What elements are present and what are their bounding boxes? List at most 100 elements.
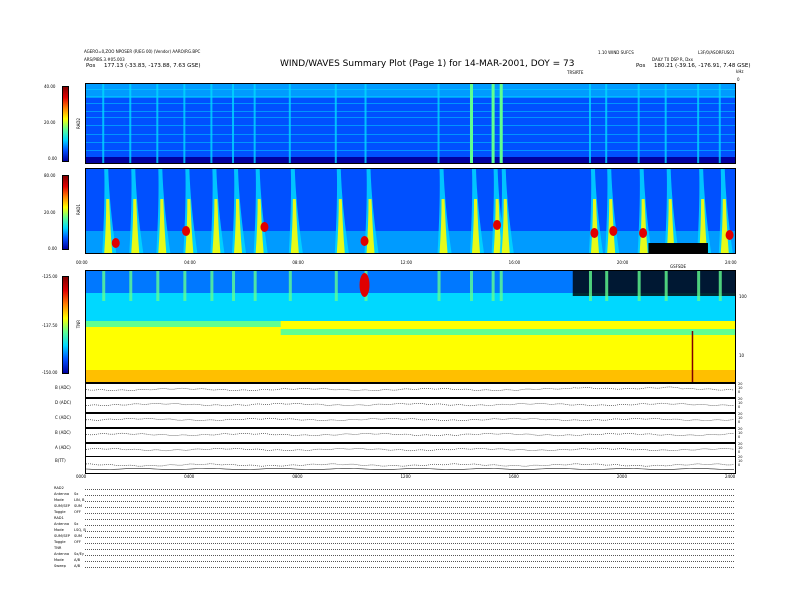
tnr-burst-7: [288, 271, 292, 301]
time-tick-bottom-5: 2000: [616, 474, 628, 479]
tnr-bottom-band: [86, 370, 735, 382]
tnr-burst-12: [491, 271, 495, 301]
tnr-plasma-line-a: [86, 321, 281, 327]
rad2-strong-burst-2: [499, 84, 503, 163]
corner-label: kHz: [736, 69, 744, 74]
tnr-spectrogram-svg: [86, 271, 735, 382]
rad1-hotspot-4: [493, 220, 502, 230]
setting-row-line-7: [85, 531, 734, 532]
setting-name-0: RAD2: [54, 486, 64, 490]
strip-label-1: D (ADC): [55, 400, 72, 405]
right-pos-label: Pos: [636, 63, 646, 69]
strip-4-tick-2: 0: [738, 450, 741, 454]
strip-trace-2: [85, 417, 735, 422]
setting-row-line-3: [85, 507, 734, 508]
strip-label-2: C (ADC): [55, 415, 71, 420]
tnr-burst-0: [102, 271, 106, 301]
strip-1-tick-2: 0: [738, 405, 741, 409]
rad2-tick-mid: 20.00: [44, 120, 56, 125]
setting-name-4: Toggle: [54, 510, 66, 514]
time-tick-bottom-4: 1600: [508, 474, 519, 479]
rad1-hotspot-0: [111, 238, 120, 248]
rad1-spectrogram: [85, 168, 736, 254]
time-tick-top-1: 04:00: [184, 260, 196, 265]
rad2-tick-top: 40.00: [44, 84, 56, 89]
rad2-burst-1: [129, 84, 132, 163]
header-right-line1: L3F/0/ASORFUS01: [698, 50, 735, 55]
strip-label-0: B (ADC): [55, 385, 71, 390]
rad1-hotspot-7: [639, 228, 648, 238]
tnr-burst-1: [129, 271, 133, 301]
left-pos-value: 177.13 (-33.83, -173.88, 7.63 GSE): [104, 63, 201, 69]
rad1-hotspot-6: [609, 226, 618, 236]
rad2-burst-9: [364, 84, 367, 163]
setting-value-13: A/B: [74, 564, 81, 568]
setting-name-12: Mode: [54, 558, 64, 562]
setting-value-4: OFF: [74, 510, 81, 514]
rad2-burst-16: [637, 84, 640, 163]
setting-name-11: Antenna: [54, 552, 70, 556]
strip-trace-1: [85, 402, 735, 407]
rad2-strong-burst-0: [469, 84, 473, 163]
tnr-label: TNR: [76, 320, 81, 329]
time-tick-top-5: 20:00: [616, 260, 629, 265]
tnr-burst-3: [183, 271, 187, 301]
strip-trace-5: [85, 463, 735, 467]
tnr-top-right-label: GSFSDE: [670, 264, 687, 269]
rad1-tick-mid: 20.00: [44, 210, 56, 215]
strip-plot-5: [85, 456, 736, 474]
time-tick-top-2: 08:00: [292, 260, 304, 265]
tnr-burst-5: [232, 271, 236, 301]
setting-name-1: Antenna: [54, 492, 70, 496]
setting-name-2: Mode: [54, 498, 64, 502]
tnr-burst-4: [210, 271, 214, 301]
strip-plot-3: [85, 428, 736, 443]
page-title: WIND/WAVES Summary Plot (Page 1) for 14-…: [280, 59, 575, 69]
time-tick-top-3: 12:00: [400, 260, 413, 265]
tnr-spike: [691, 331, 694, 382]
tnr-right-tick-100: 100: [739, 294, 747, 299]
rad1-tick-top: 80.00: [44, 173, 56, 178]
setting-value-6: Sx: [74, 522, 79, 526]
setting-row-line-2: [85, 501, 734, 502]
setting-value-11: Sx/Ey: [74, 552, 85, 556]
strip-plot-1: [85, 398, 736, 413]
header-right-line2: DAILY T0 DSP R, Dxx: [652, 57, 694, 62]
time-tick-top-6: 24:00: [725, 260, 737, 265]
strip-trace-4: [85, 447, 735, 452]
time-tick-bottom-0: 0000: [76, 474, 87, 479]
strip-trace-3: [85, 432, 735, 437]
setting-row-line-9: [85, 543, 734, 544]
setting-row-line-0: [85, 489, 734, 490]
tnr-burst-19: [718, 271, 722, 301]
time-tick-bottom-3: 1200: [400, 474, 411, 479]
setting-row-line-1: [85, 495, 734, 496]
rad1-hotspot-8: [725, 230, 734, 240]
rad2-burst-8: [334, 84, 337, 163]
tnr-tick-top: -125.00: [42, 274, 58, 279]
setting-value-2: LIN, B: [74, 498, 85, 502]
rad2-burst-6: [253, 84, 256, 163]
strip-label-5: B(TT): [55, 458, 66, 463]
rad2-burst-18: [697, 84, 700, 163]
setting-row-line-12: [85, 561, 734, 562]
strip-3-tick-2: 0: [738, 435, 741, 439]
left-pos-label: Pos: [86, 63, 96, 69]
strip-trace-0: [85, 386, 735, 392]
rad2-burst-5: [232, 84, 235, 163]
tnr-burst-10: [437, 271, 441, 301]
tnr-burst-16: [637, 271, 641, 301]
header-info-line1: AGERO=0,ZOO NPOSER (R/EG 00) (Vendor) AA…: [84, 49, 201, 54]
setting-row-line-4: [85, 513, 734, 514]
setting-name-13: Sweep: [54, 564, 66, 568]
strip-5-tick-2: 0: [738, 463, 741, 467]
rad2-burst-7: [288, 84, 291, 163]
tnr-tick-mid: -137.50: [42, 323, 58, 328]
strip-svg-5: [85, 463, 735, 470]
rad2-burst-14: [588, 84, 591, 163]
tnr-colorbar: [62, 276, 69, 374]
rad1-dark-region: [648, 243, 708, 253]
rad1-hotspot-5: [590, 228, 599, 238]
rad2-burst-19: [718, 84, 721, 163]
rad1-spectrogram-svg: [86, 169, 735, 253]
